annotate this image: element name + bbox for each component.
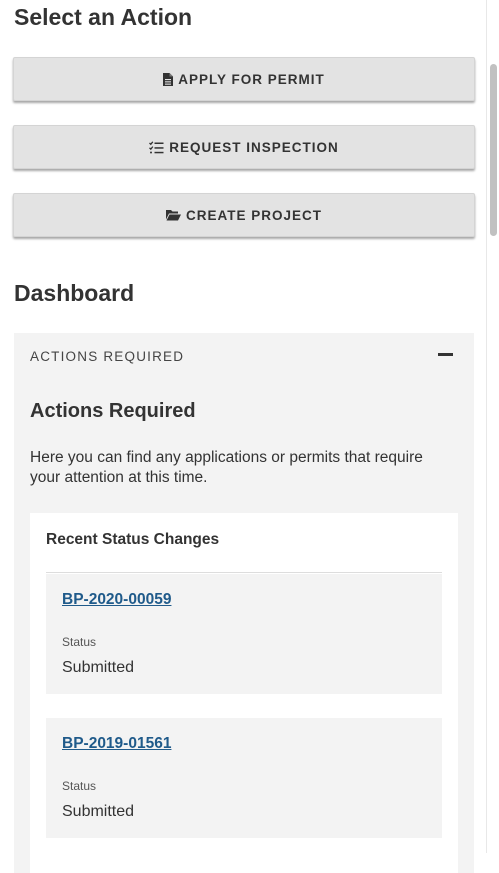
- status-label: Status: [62, 779, 97, 793]
- minus-icon[interactable]: [438, 353, 453, 356]
- create-project-label: CREATE PROJECT: [185, 207, 322, 223]
- actions-required-panel: ACTIONS REQUIRED Actions Required Here y…: [14, 333, 474, 873]
- panel-header: ACTIONS REQUIRED: [30, 349, 185, 364]
- apply-for-permit-button[interactable]: APPLY FOR PERMIT: [13, 57, 475, 101]
- dashboard-title: Dashboard: [14, 280, 135, 306]
- permit-link[interactable]: BP-2020-00059: [62, 591, 171, 609]
- create-project-button[interactable]: CREATE PROJECT: [13, 193, 475, 237]
- folder-open-icon: [165, 209, 181, 221]
- status-value: Submitted: [62, 659, 135, 676]
- scrollbar[interactable]: [486, 0, 499, 853]
- card-title: Recent Status Changes: [46, 531, 220, 548]
- panel-description: Here you can find any applications or pe…: [30, 449, 423, 486]
- divider: [46, 572, 442, 573]
- panel-title: Actions Required: [30, 400, 196, 422]
- status-value: Submitted: [62, 803, 135, 820]
- recent-status-changes-card: Recent Status Changes BP-2020-00059 Stat…: [30, 513, 458, 873]
- request-inspection-button[interactable]: REQUEST INSPECTION: [13, 125, 475, 169]
- status-label: Status: [62, 635, 97, 649]
- scrollbar-thumb[interactable]: [490, 64, 497, 236]
- list-item: BP-2019-01561 Status Submitted: [46, 718, 442, 838]
- request-inspection-label: REQUEST INSPECTION: [169, 139, 339, 155]
- apply-for-permit-label: APPLY FOR PERMIT: [178, 71, 325, 87]
- file-icon: [163, 72, 174, 86]
- permit-link[interactable]: BP-2019-01561: [62, 735, 171, 753]
- checklist-icon: [149, 140, 164, 154]
- page: Select an Action APPLY FOR PERMIT REQUES…: [0, 0, 486, 873]
- list-item: BP-2020-00059 Status Submitted: [46, 574, 442, 694]
- select-action-title: Select an Action: [14, 4, 193, 30]
